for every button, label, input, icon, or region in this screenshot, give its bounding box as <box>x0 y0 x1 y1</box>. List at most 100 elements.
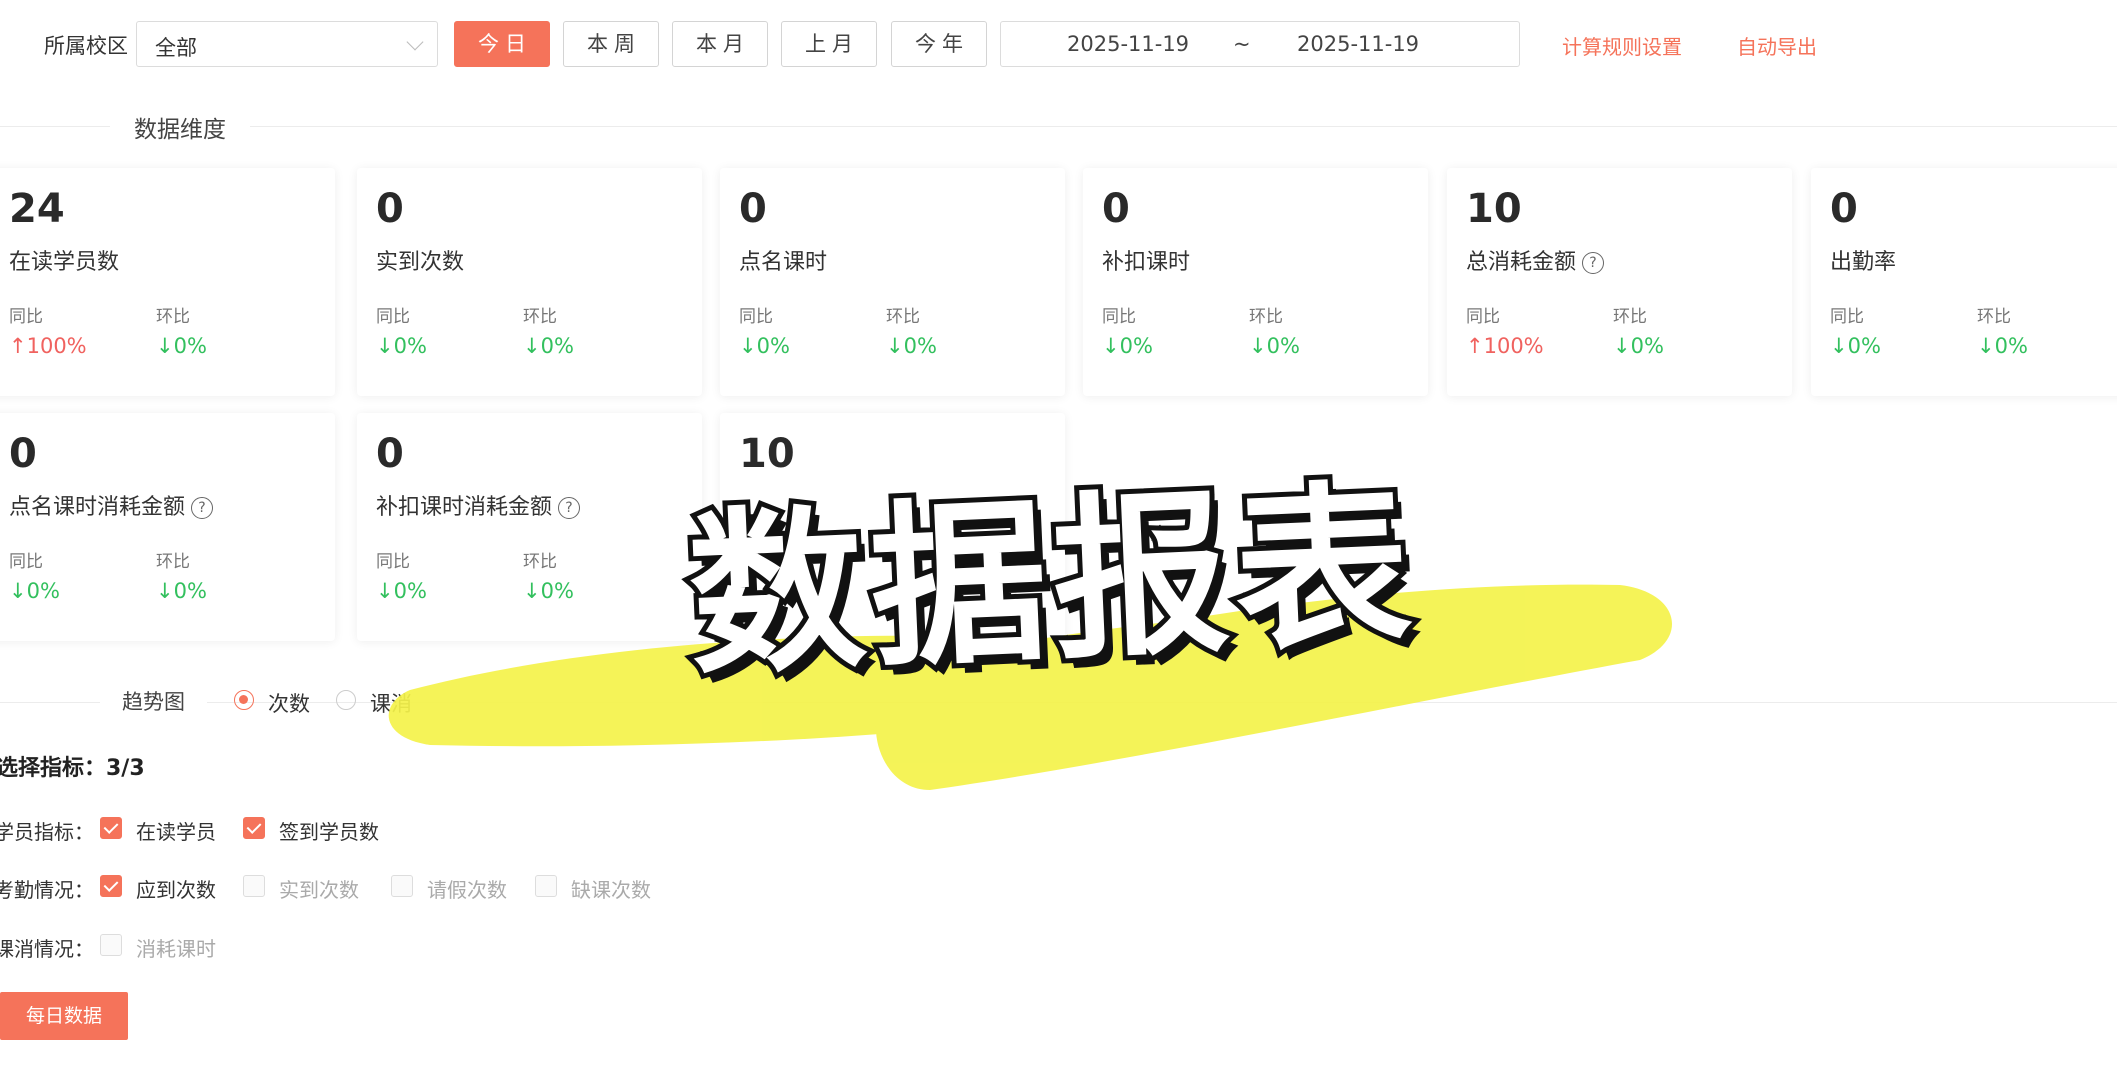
mom-value: ↓0% <box>886 334 937 358</box>
indicator-checkbox[interactable] <box>100 875 122 897</box>
help-icon[interactable]: ? <box>1582 252 1605 274</box>
metric-label: 补扣课时 <box>1102 250 1191 275</box>
metric-value: 10 <box>1466 186 1522 232</box>
range-month-button[interactable]: 本月 <box>672 21 768 67</box>
mom-label: 环比 <box>156 552 190 572</box>
indicator-checkbox-label: 缺课次数 <box>571 878 651 902</box>
metric-card: 24 在读学员数同比 环比 ↑100% ↓0% <box>0 168 335 396</box>
metric-card: 0 补扣课时同比 环比 ↓0% ↓0% <box>1083 168 1428 396</box>
help-icon[interactable]: ? <box>191 497 214 519</box>
yoy-value: ↓0% <box>739 334 790 358</box>
indicator-checkbox-label: 在读学员 <box>136 820 216 844</box>
range-year-button[interactable]: 今年 <box>891 21 987 67</box>
range-week-button[interactable]: 本周 <box>563 21 659 67</box>
metric-card: 10 总消耗金额? 同比 环比 ↑100% ↓0% <box>1447 168 1792 396</box>
date-separator: ~ <box>1233 32 1251 56</box>
mom-value: ↓0% <box>1249 334 1300 358</box>
yoy-value: ↓0% <box>376 579 427 603</box>
indicator-checkbox-label: 应到次数 <box>136 878 216 902</box>
metric-value: 0 <box>1102 186 1130 232</box>
indicator-checkbox[interactable] <box>100 934 122 956</box>
mom-label: 环比 <box>156 307 190 327</box>
mom-value: ↓0% <box>1977 334 2028 358</box>
indicator-checkbox[interactable] <box>391 875 413 897</box>
yoy-value: ↓0% <box>9 579 60 603</box>
metric-card: 0 出勤率同比 环比 ↓0% ↓0% <box>1811 168 2117 396</box>
yoy-value: ↓0% <box>1830 334 1881 358</box>
indicator-checkbox-label: 请假次数 <box>427 878 507 902</box>
indicator-checkbox[interactable] <box>243 875 265 897</box>
metric-label: 实到次数 <box>376 250 465 275</box>
section-divider <box>0 126 2117 127</box>
indicator-checkbox[interactable] <box>535 875 557 897</box>
metric-pick-count: 选择指标：3/3 <box>0 756 145 781</box>
rule-settings-link[interactable]: 计算规则设置 <box>1562 31 1682 60</box>
metric-label: 在读学员数 <box>9 250 120 275</box>
metric-value: 0 <box>9 431 37 477</box>
section-title: 数据维度 <box>110 110 250 144</box>
metric-value: 0 <box>739 186 767 232</box>
metric-card: 0 点名课时消耗金额? 同比 环比 ↓0% ↓0% <box>0 413 335 641</box>
yoy-label: 同比 <box>1102 307 1136 327</box>
auto-export-link[interactable]: 自动导出 <box>1737 31 1817 60</box>
indicator-row-label: 课消情况： <box>0 937 94 961</box>
yoy-label: 同比 <box>1830 307 1864 327</box>
mom-value: ↓0% <box>156 579 207 603</box>
metric-label: 总消耗金额? <box>1466 244 1605 276</box>
campus-select[interactable]: 全部 <box>136 21 438 67</box>
yoy-label: 同比 <box>1466 307 1500 327</box>
yoy-label: 同比 <box>9 552 43 572</box>
metric-card: 0 点名课时同比 环比 ↓0% ↓0% <box>720 168 1065 396</box>
yoy-value: ↑100% <box>9 334 87 358</box>
metric-value: 24 <box>9 186 65 232</box>
overlay-title: 数据报表 <box>680 458 1426 705</box>
metric-value: 0 <box>376 186 404 232</box>
mom-label: 环比 <box>1977 307 2011 327</box>
metric-card: 0 补扣课时消耗金额? 同比 环比 ↓0% ↓0% <box>357 413 702 641</box>
indicator-row-label: 学员指标： <box>0 820 94 844</box>
date-end: 2025-11-19 <box>1297 32 1420 56</box>
trend-title: 趋势图 <box>100 686 207 716</box>
mom-label: 环比 <box>523 307 557 327</box>
indicator-checkbox[interactable] <box>100 817 122 839</box>
metric-value: 0 <box>1830 186 1858 232</box>
yoy-label: 同比 <box>9 307 43 327</box>
range-last-month-button[interactable]: 上月 <box>781 21 877 67</box>
yoy-value: ↓0% <box>1102 334 1153 358</box>
yoy-label: 同比 <box>739 307 773 327</box>
mom-label: 环比 <box>1613 307 1647 327</box>
indicator-row-label: 考勤情况： <box>0 878 94 902</box>
date-range-picker[interactable]: 2025-11-19 ~ 2025-11-19 <box>1000 21 1520 67</box>
mom-value: ↓0% <box>1613 334 1664 358</box>
metric-value: 0 <box>376 431 404 477</box>
mom-label: 环比 <box>523 552 557 572</box>
campus-label: 所属校区 <box>44 34 128 58</box>
yoy-label: 同比 <box>376 307 410 327</box>
metric-label: 点名课时消耗金额? <box>9 489 214 521</box>
mom-value: ↓0% <box>156 334 207 358</box>
indicator-checkbox-label: 消耗课时 <box>136 937 216 961</box>
yoy-value: ↑100% <box>1466 334 1544 358</box>
indicator-checkbox[interactable] <box>243 817 265 839</box>
campus-select-value: 全部 <box>155 36 197 60</box>
indicator-checkbox-label: 实到次数 <box>279 878 359 902</box>
date-start: 2025-11-19 <box>1067 32 1190 56</box>
daily-data-button[interactable]: 每日数据 <box>0 992 128 1040</box>
metric-card: 0 实到次数同比 环比 ↓0% ↓0% <box>357 168 702 396</box>
mom-value: ↓0% <box>523 334 574 358</box>
yoy-value: ↓0% <box>376 334 427 358</box>
yoy-label: 同比 <box>376 552 410 572</box>
range-today-button[interactable]: 今日 <box>454 21 550 67</box>
help-icon[interactable]: ? <box>558 497 581 519</box>
chevron-down-icon <box>406 33 424 51</box>
mom-label: 环比 <box>1249 307 1283 327</box>
mom-label: 环比 <box>886 307 920 327</box>
trend-divider <box>0 702 2117 703</box>
radio-count[interactable] <box>234 690 254 710</box>
radio-consume[interactable] <box>336 690 356 710</box>
radio-consume-label: 课消 <box>370 692 412 716</box>
mom-value: ↓0% <box>523 579 574 603</box>
metric-label: 出勤率 <box>1830 250 1897 275</box>
metric-label: 补扣课时消耗金额? <box>376 489 581 521</box>
metric-label: 点名课时 <box>739 250 828 275</box>
